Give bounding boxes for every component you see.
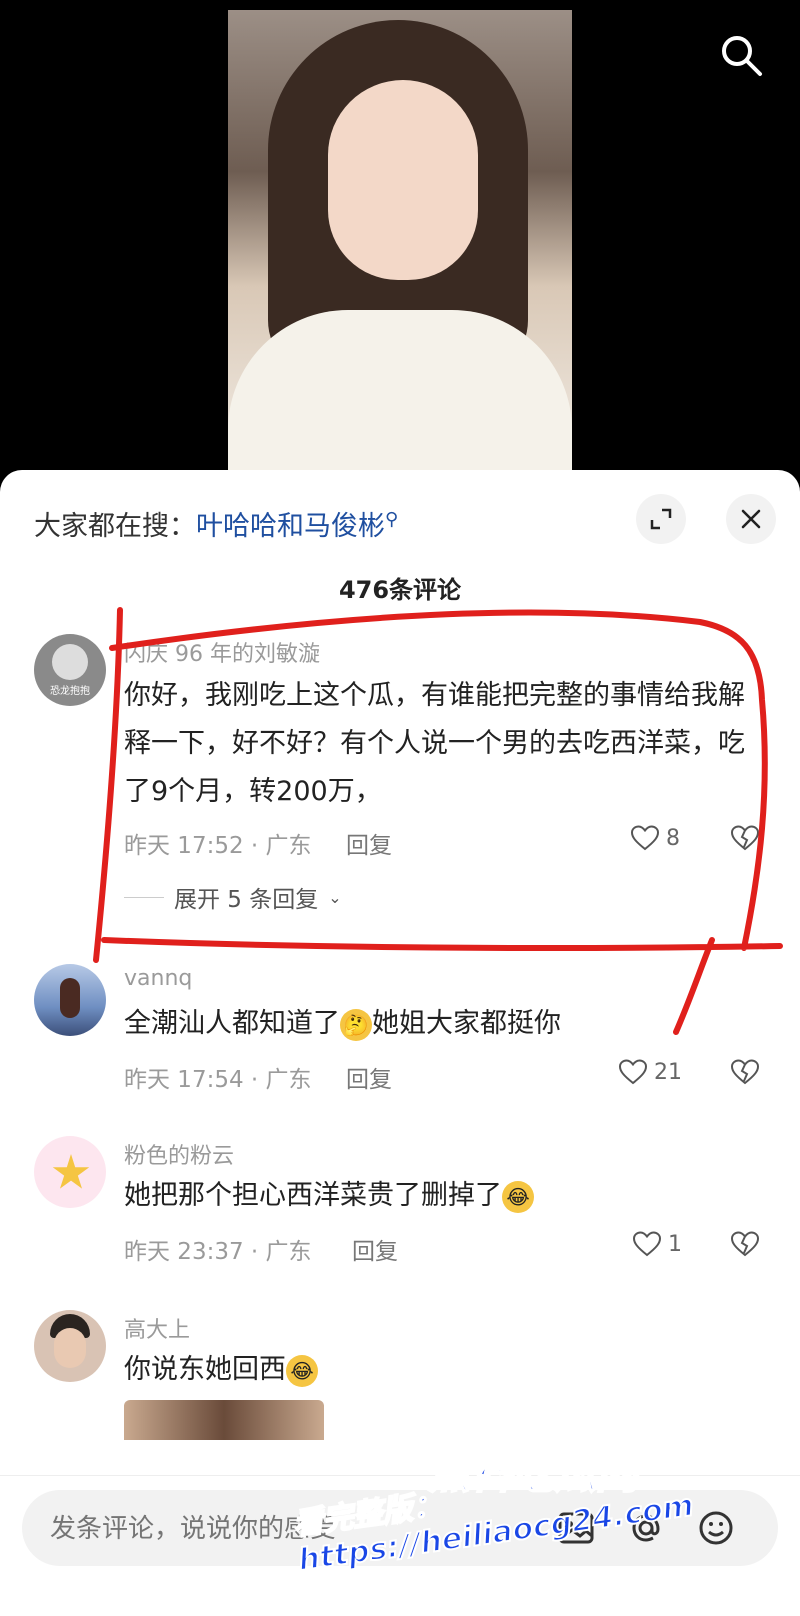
chevron-down-icon: ⌄ xyxy=(328,887,342,907)
comment-text: 她把那个担心西洋菜贵了删掉了 😂 xyxy=(124,1172,764,1220)
expand-replies[interactable]: 展开 5 条回复 ⌄ xyxy=(124,880,342,914)
avatar-caption: 恐龙抱抱 xyxy=(50,686,90,697)
like-count: 1 xyxy=(668,1231,682,1257)
trending-prefix: 大家都在搜： xyxy=(34,511,196,542)
heart-icon xyxy=(630,825,660,851)
dislike-button[interactable] xyxy=(730,1230,760,1262)
comment-text-part: 全潮汕人都知道了 xyxy=(124,1008,340,1039)
expand-replies-label: 展开 5 条回复 xyxy=(174,887,319,913)
broken-heart-icon xyxy=(730,825,760,851)
trending-keyword[interactable]: 叶哈哈和马俊彬 xyxy=(196,511,385,542)
avatar[interactable]: 恐龙抱抱 xyxy=(34,634,106,706)
close-button[interactable] xyxy=(726,494,776,544)
heart-icon xyxy=(632,1231,662,1257)
comment-text: 全潮汕人都知道了 🤔 她姐大家都挺你 xyxy=(124,1000,764,1048)
expand-icon xyxy=(650,508,672,530)
like-button[interactable]: 1 xyxy=(632,1230,682,1258)
comment-username[interactable]: 闪庆 96 年的刘敏漩 xyxy=(124,636,320,668)
broken-heart-icon xyxy=(730,1231,760,1257)
broken-heart-icon xyxy=(730,1059,760,1085)
avatar[interactable] xyxy=(34,1310,106,1382)
comment-username[interactable]: 粉色的粉云 xyxy=(124,1138,234,1170)
thinking-emoji-icon: 🤔 xyxy=(340,1008,372,1041)
close-icon xyxy=(741,509,761,529)
expand-button[interactable] xyxy=(636,494,686,544)
comment-text: 你说东她回西 😂 xyxy=(124,1346,764,1394)
comment-text-part: 她把那个担心西洋菜贵了删掉了 xyxy=(124,1180,502,1211)
comment-count: 476条评论 xyxy=(338,576,462,604)
heart-icon xyxy=(618,1059,648,1085)
comment-time: 昨天 17:52 · 广东 xyxy=(124,833,312,859)
expand-divider xyxy=(124,896,164,898)
avatar[interactable] xyxy=(34,964,106,1036)
comment-text: 你好，我刚吃上这个瓜，有谁能把完整的事情给我解释一下，好不好？有个人说一个男的去… xyxy=(124,680,745,807)
like-count: 8 xyxy=(666,825,680,851)
laughing-emoji-icon: 😂 xyxy=(502,1180,534,1213)
comment-username[interactable]: vannq xyxy=(124,966,192,991)
comment-time: 昨天 17:54 · 广东 xyxy=(124,1067,312,1093)
dislike-button[interactable] xyxy=(730,824,760,856)
like-count: 21 xyxy=(654,1059,682,1085)
like-button[interactable]: 8 xyxy=(630,824,680,852)
like-button[interactable]: 21 xyxy=(618,1058,682,1086)
face-shape xyxy=(328,80,478,280)
trending-search-icon: ⚲ xyxy=(385,509,399,530)
reply-button[interactable]: 回复 xyxy=(346,826,392,860)
dislike-button[interactable] xyxy=(730,1058,760,1090)
video-area[interactable] xyxy=(0,0,800,480)
reply-button[interactable]: 回复 xyxy=(352,1232,398,1266)
trending-search[interactable]: 大家都在搜：叶哈哈和马俊彬⚲ xyxy=(34,504,398,543)
comment-time: 昨天 23:37 · 广东 xyxy=(124,1239,312,1265)
laughing-emoji-icon: 😂 xyxy=(286,1354,318,1387)
video-frame xyxy=(228,10,572,472)
comment-text-part: 你说东她回西 xyxy=(124,1354,286,1385)
comment-image[interactable] xyxy=(124,1400,324,1440)
reply-button[interactable]: 回复 xyxy=(346,1060,392,1094)
avatar[interactable] xyxy=(34,1136,106,1208)
shirt-shape xyxy=(228,310,572,472)
search-icon[interactable] xyxy=(716,30,766,80)
comment-username[interactable]: 高大上 xyxy=(124,1312,190,1344)
comment-text-part: 她姐大家都挺你 xyxy=(372,1008,561,1039)
